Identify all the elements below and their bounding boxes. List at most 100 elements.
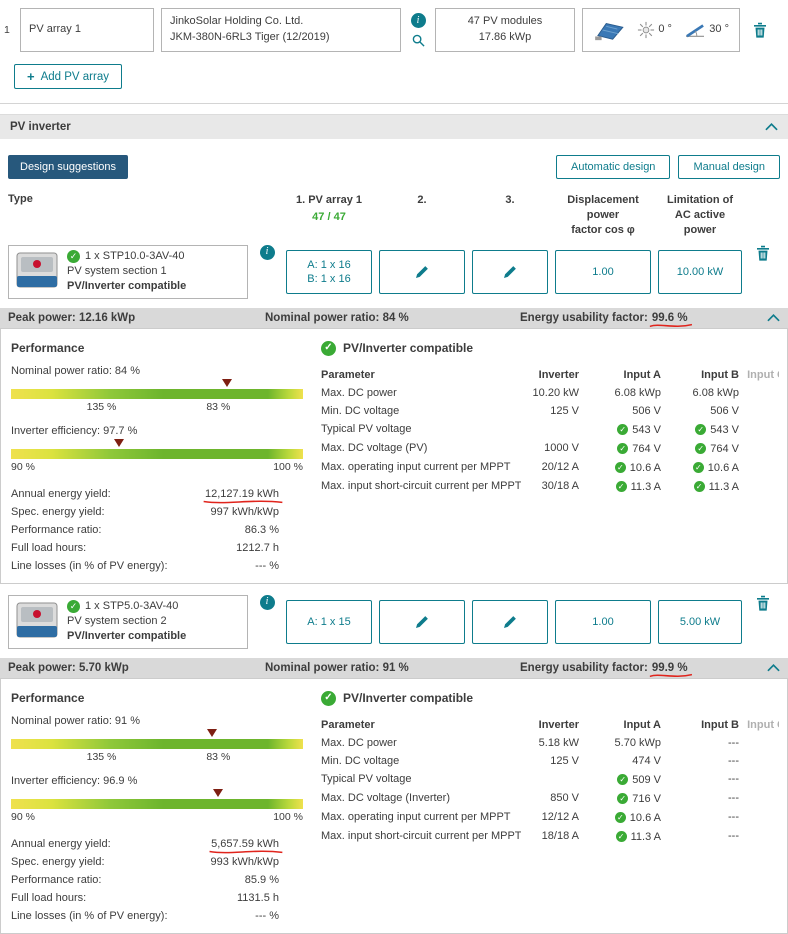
check-icon: ✓ — [695, 424, 707, 436]
usability-label: Energy usability factor: — [520, 311, 648, 324]
pv-inverter-section-bar[interactable]: PV inverter — [0, 114, 788, 139]
metric-row: Performance ratio: 85.9 % — [11, 871, 279, 889]
col-inverter: Inverter — [538, 368, 579, 381]
ratio-tick-2: 83 % — [206, 750, 231, 763]
trash-icon — [754, 22, 766, 38]
ac-limit-value: 5.00 kW — [679, 615, 721, 628]
design-suggestions-button[interactable]: Design suggestions — [8, 155, 129, 179]
ratio-marker — [222, 378, 233, 387]
section-title: PV inverter — [10, 121, 71, 133]
metric-label: Spec. energy yield: — [11, 505, 105, 518]
edit-array2-box[interactable] — [379, 599, 465, 644]
metric-row: Full load hours: 1131.5 h — [11, 889, 279, 907]
inverter-info-icon[interactable]: i — [259, 244, 275, 260]
metric-row: Annual energy yield: 12,127.19 kWh — [11, 485, 283, 504]
compatibility-column: ✓ PV/Inverter compatible Parameter Inver… — [321, 340, 779, 575]
module-count: 47 PV modules — [467, 15, 543, 28]
metric-value: 5,657.59 kWh — [211, 837, 279, 850]
delete-inverter-button[interactable] — [756, 245, 770, 299]
ac-limit-value: 10.00 kW — [676, 265, 724, 278]
delete-pv-array-button[interactable] — [753, 22, 767, 38]
pv-design-page: 1 PV array 1 JinkoSolar Holding Co. Ltd.… — [0, 0, 788, 934]
check-icon: ✓ — [615, 831, 627, 843]
module-product-box[interactable]: JinkoSolar Holding Co. Ltd. JKM-380N-6RL… — [161, 8, 401, 52]
nominal-ratio-text: Nominal power ratio: 91 % — [265, 661, 409, 674]
pv-panel-icon — [595, 23, 624, 41]
inverter-details-panel-1: Performance Nominal power ratio: 84 % 13… — [0, 327, 788, 584]
inverter-summary-bar-2[interactable]: Peak power: 5.70 kWp Nominal power ratio… — [0, 657, 788, 678]
metric-value: --- % — [255, 559, 279, 572]
nominal-ratio-text: Nominal power ratio: 84 % — [265, 311, 409, 324]
pv-array-name-box[interactable]: PV array 1 — [20, 8, 154, 52]
col-parameter: Parameter — [321, 718, 375, 731]
add-pv-array-button[interactable]: + Add PV array — [14, 64, 122, 89]
collapse-details-icon[interactable] — [767, 663, 780, 672]
cos-phi-box[interactable]: 1.00 — [555, 599, 651, 644]
metric-row: Full load hours: 1212.7 h — [11, 539, 279, 557]
column-2: 2. — [417, 194, 427, 206]
inverter-type-box[interactable]: ✓ 1 x STP10.0-3AV-40 PV system section 1… — [8, 244, 248, 299]
usability-value: 99.9 % — [651, 661, 688, 674]
manual-design-button[interactable]: Manual design — [678, 155, 780, 179]
cos-phi-line1: Displacement power — [567, 194, 639, 221]
ac-limit-line1: Limitation of AC active — [667, 194, 733, 221]
tilt-value: 30 ° — [709, 23, 729, 36]
inverter-row-1: ✓ 1 x STP10.0-3AV-40 PV system section 1… — [0, 242, 788, 302]
metric-row: Spec. energy yield: 997 kWh/kWp — [11, 503, 279, 521]
performance-column: Performance Nominal power ratio: 84 % 13… — [11, 341, 303, 575]
automatic-design-button[interactable]: Automatic design — [556, 155, 671, 179]
annual-yield-annotated: 12,127.19 kWh — [203, 488, 283, 504]
inverter-type-box[interactable]: ✓ 1 x STP5.0-3AV-40 PV system section 2 … — [8, 594, 248, 649]
efficiency-bar-label: Inverter efficiency: 97.7 % — [11, 424, 138, 437]
efficiency-bar-label: Inverter efficiency: 96.9 % — [11, 774, 138, 787]
usability-value: 99.6 % — [651, 311, 688, 324]
ac-limit-box[interactable]: 10.00 kW — [658, 249, 742, 294]
collapse-details-icon[interactable] — [767, 313, 780, 322]
ac-limit-box[interactable]: 5.00 kW — [658, 599, 742, 644]
check-icon: ✓ — [615, 481, 627, 493]
section-divider — [0, 103, 788, 104]
inverter-summary-bar-1[interactable]: Peak power: 12.16 kWp Nominal power rati… — [0, 307, 788, 328]
edit-array3-box[interactable] — [472, 599, 548, 644]
module-search-icon[interactable] — [412, 34, 425, 47]
module-count-box[interactable]: 47 PV modules 17.86 kWp — [435, 8, 575, 52]
metric-label: Performance ratio: — [11, 873, 102, 886]
tilt-group: 30 ° — [684, 21, 729, 39]
metric-row: Line losses (in % of PV energy): --- % — [11, 907, 279, 925]
compat-row: Max. operating input current per MPPT 12… — [321, 811, 739, 824]
ratio-tick-1: 135 % — [86, 400, 117, 413]
metric-value: 85.9 % — [244, 873, 279, 886]
inverter-row-2: ✓ 1 x STP5.0-3AV-40 PV system section 2 … — [0, 592, 788, 652]
string-config-box[interactable]: A: 1 x 16 B: 1 x 16 — [286, 249, 372, 294]
delete-inverter-button[interactable] — [756, 595, 770, 649]
col-input-b: Input B — [701, 718, 739, 731]
array-geometry-box[interactable]: 0 ° 30 ° — [582, 8, 740, 52]
string-config-box[interactable]: A: 1 x 15 — [286, 599, 372, 644]
pv-array-index: 1 — [4, 24, 10, 36]
collapse-section-icon[interactable] — [765, 123, 778, 131]
module-info-icon[interactable]: i — [410, 13, 426, 28]
edit-array2-box[interactable] — [379, 249, 465, 294]
compat-row: Max. DC power 5.18 kW 5.70 kWp --- — [321, 736, 739, 749]
edit-array3-box[interactable] — [472, 249, 548, 294]
performance-column: Performance Nominal power ratio: 91 % 13… — [11, 691, 303, 925]
ratio-bar-label: Nominal power ratio: 84 % — [11, 364, 141, 377]
check-icon: ✓ — [617, 424, 629, 436]
efficiency-bar — [11, 798, 303, 809]
azimuth-group: 0 ° — [637, 21, 672, 39]
inverter-info-icon[interactable]: i — [259, 594, 275, 610]
cos-phi-line2: factor cos φ — [571, 223, 635, 236]
pv-array-name: PV array 1 — [29, 23, 81, 36]
compat-row: Max. DC voltage (Inverter) 850 V ✓ 716 V … — [321, 792, 739, 805]
check-icon: ✓ — [617, 443, 629, 455]
col-input-c: Input C — [747, 718, 779, 731]
metric-label: Line losses (in % of PV energy): — [11, 909, 168, 922]
efficiency-tick-max: 100 % — [273, 460, 303, 473]
azimuth-icon — [638, 21, 655, 39]
cos-phi-box[interactable]: 1.00 — [555, 249, 651, 294]
inverter-image — [16, 252, 58, 288]
check-icon: ✓ — [617, 793, 629, 805]
metric-label: Line losses (in % of PV energy): — [11, 559, 168, 572]
plus-icon: + — [27, 69, 35, 84]
efficiency-tick-max: 100 % — [273, 810, 303, 823]
